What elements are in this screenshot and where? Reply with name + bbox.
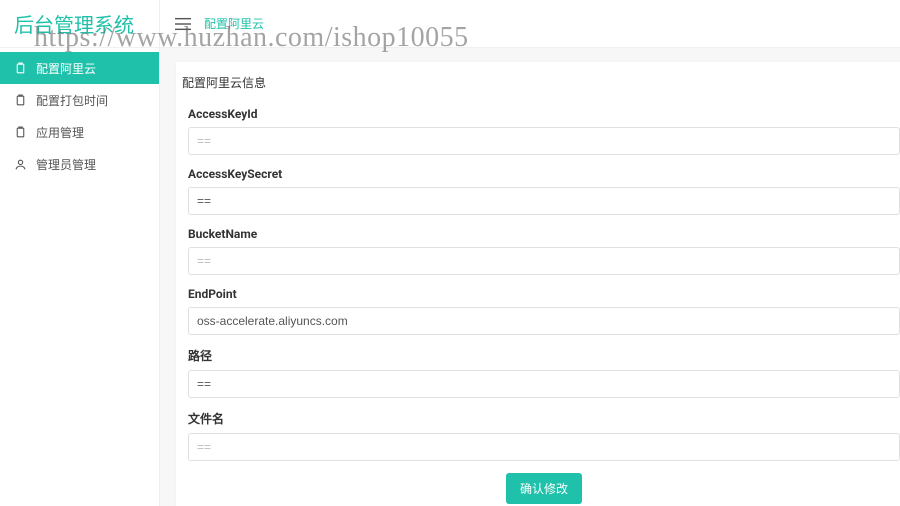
content: 配置阿里云信息 AccessKeyId AccessKeySecret Buck… — [160, 48, 900, 506]
field-label: 路径 — [188, 347, 900, 364]
sidebar-item-aliyun-config[interactable]: 配置阿里云 — [0, 52, 159, 84]
app-logo: 后台管理系统 — [0, 0, 159, 48]
card-title: 配置阿里云信息 — [176, 74, 900, 91]
sidebar-item-label: 管理员管理 — [36, 156, 96, 173]
form: AccessKeyId AccessKeySecret BucketName E… — [176, 107, 900, 504]
field-label: BucketName — [188, 227, 900, 241]
submit-button[interactable]: 确认修改 — [506, 473, 582, 504]
field-endpoint: EndPoint — [188, 287, 900, 335]
field-accesskeyid: AccessKeyId — [188, 107, 900, 155]
accesskeyid-input[interactable] — [188, 127, 900, 155]
sidebar-item-pack-time[interactable]: 配置打包时间 — [0, 84, 159, 116]
sidebar-item-admin-manage[interactable]: 管理员管理 — [0, 148, 159, 180]
field-label: 文件名 — [188, 410, 900, 427]
sidebar-item-app-manage[interactable]: 应用管理 — [0, 116, 159, 148]
bucketname-input[interactable] — [188, 247, 900, 275]
field-label: AccessKeyId — [188, 107, 900, 121]
sidebar-item-label: 应用管理 — [36, 124, 84, 141]
topbar: 配置阿里云 — [160, 0, 900, 48]
clipboard-icon — [14, 62, 32, 75]
sidebar-item-label: 配置打包时间 — [36, 92, 108, 109]
field-bucketname: BucketName — [188, 227, 900, 275]
sidebar: 后台管理系统 配置阿里云 配置打包时间 应用管理 — [0, 0, 160, 506]
endpoint-input[interactable] — [188, 307, 900, 335]
user-icon — [14, 158, 32, 171]
clipboard-icon — [14, 126, 32, 139]
config-card: 配置阿里云信息 AccessKeyId AccessKeySecret Buck… — [176, 62, 900, 506]
accesskeysecret-input[interactable] — [188, 187, 900, 215]
nav: 配置阿里云 配置打包时间 应用管理 管理员管理 — [0, 48, 159, 180]
filename-input[interactable] — [188, 433, 900, 461]
breadcrumb: 配置阿里云 — [204, 15, 264, 32]
field-label: AccessKeySecret — [188, 167, 900, 181]
main: 配置阿里云 配置阿里云信息 AccessKeyId AccessKeySecre… — [160, 0, 900, 506]
field-filename: 文件名 — [188, 410, 900, 461]
path-input[interactable] — [188, 370, 900, 398]
field-accesskeysecret: AccessKeySecret — [188, 167, 900, 215]
form-actions: 确认修改 — [188, 473, 900, 504]
clipboard-icon — [14, 94, 32, 107]
sidebar-item-label: 配置阿里云 — [36, 60, 96, 77]
field-path: 路径 — [188, 347, 900, 398]
menu-toggle-icon[interactable] — [172, 13, 194, 35]
field-label: EndPoint — [188, 287, 900, 301]
